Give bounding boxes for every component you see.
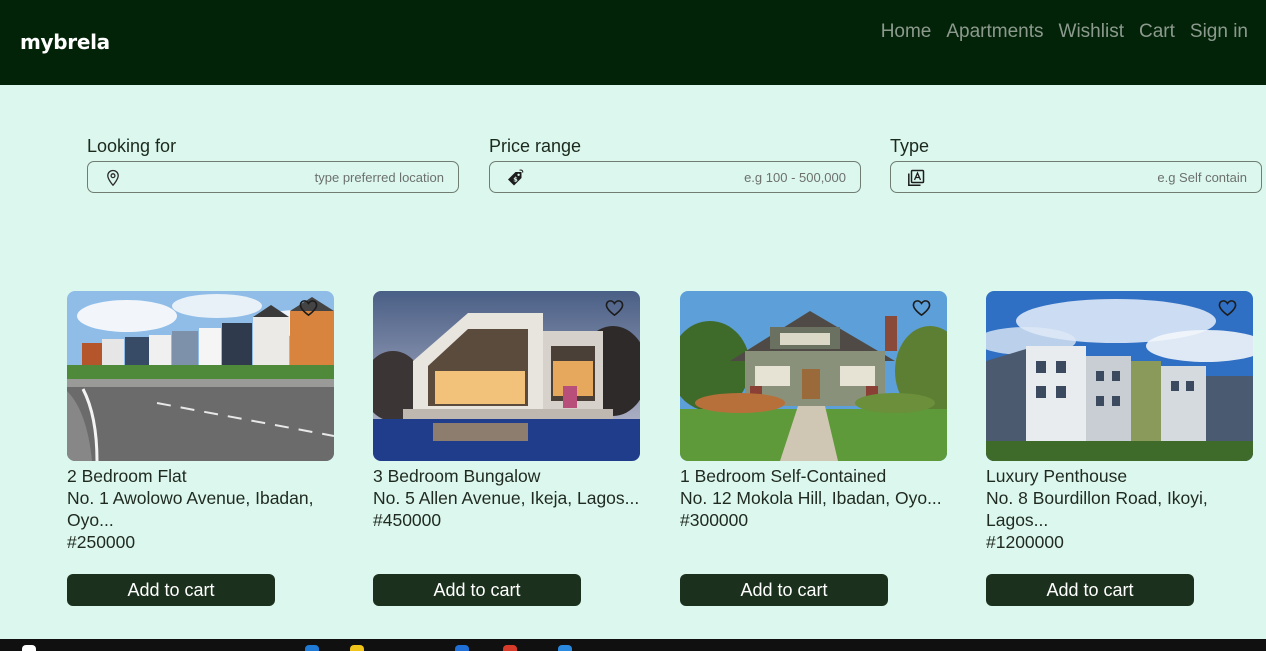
wishlist-heart-icon[interactable] [299, 299, 318, 317]
os-taskbar [0, 639, 1266, 651]
listing-image[interactable] [67, 291, 334, 461]
location-field[interactable] [87, 161, 459, 193]
type-filter: Type [890, 136, 1262, 193]
nav-link-wishlist[interactable]: Wishlist [1059, 21, 1124, 43]
listing-card: 1 Bedroom Self-Contained No. 12 Mokola H… [680, 291, 947, 606]
listing-image[interactable] [986, 291, 1253, 461]
listing-price: #450000 [373, 510, 442, 530]
listing-price: #250000 [67, 532, 136, 552]
listing-title: 2 Bedroom Flat [67, 466, 187, 486]
price-filter: Price range $ [489, 136, 861, 193]
listing-photo [67, 291, 334, 461]
listing-photo [986, 291, 1253, 461]
listing-image[interactable] [373, 291, 640, 461]
price-tag-icon: $ [508, 169, 524, 186]
nav-links: Home Apartments Wishlist Cart Sign in [881, 21, 1248, 43]
nav-link-sign-in[interactable]: Sign in [1190, 21, 1248, 43]
nav-link-home[interactable]: Home [881, 21, 932, 43]
add-to-cart-button[interactable]: Add to cart [67, 574, 275, 606]
brand-logo[interactable]: mybrela [20, 30, 110, 54]
listing-address: No. 5 Allen Avenue, Ikeja, Lagos... [373, 488, 640, 508]
taskbar-app-icon[interactable] [305, 645, 319, 651]
add-to-cart-button[interactable]: Add to cart [986, 574, 1194, 606]
wishlist-heart-icon[interactable] [1218, 299, 1237, 317]
price-input[interactable] [586, 168, 846, 186]
listing-address: No. 1 Awolowo Avenue, Ibadan, Oyo... [67, 488, 314, 530]
taskbar-app-icon[interactable] [455, 645, 469, 651]
nav-link-cart[interactable]: Cart [1139, 21, 1175, 43]
taskbar-app-icon[interactable] [350, 645, 364, 651]
listing-card: 2 Bedroom Flat No. 1 Awolowo Avenue, Iba… [67, 291, 334, 606]
type-input[interactable] [987, 168, 1247, 186]
listings-grid: 2 Bedroom Flat No. 1 Awolowo Avenue, Iba… [67, 291, 1257, 611]
navbar: mybrela Home Apartments Wishlist Cart Si… [0, 0, 1266, 85]
listing-title: 1 Bedroom Self-Contained [680, 466, 887, 486]
listing-address: No. 12 Mokola Hill, Ibadan, Oyo... [680, 488, 942, 508]
price-field[interactable]: $ [489, 161, 861, 193]
listing-address: No. 8 Bourdillon Road, Ikoyi, Lagos... [986, 488, 1208, 530]
add-to-cart-button[interactable]: Add to cart [680, 574, 888, 606]
start-icon[interactable] [22, 645, 36, 651]
listing-price: #300000 [680, 510, 749, 530]
listing-photo [680, 291, 947, 461]
type-field[interactable] [890, 161, 1262, 193]
listing-title: 3 Bedroom Bungalow [373, 466, 541, 486]
svg-text:$: $ [513, 176, 518, 184]
price-label: Price range [489, 136, 582, 156]
search-filters: Looking for Price range $ Type [87, 136, 1263, 196]
listing-photo [373, 291, 640, 461]
location-filter: Looking for [87, 136, 459, 193]
nav-link-apartments[interactable]: Apartments [946, 21, 1043, 43]
location-pin-icon [107, 169, 119, 187]
listing-card: Luxury Penthouse No. 8 Bourdillon Road, … [986, 291, 1253, 606]
gallery-icon [908, 169, 925, 186]
wishlist-heart-icon[interactable] [912, 299, 931, 317]
listing-image[interactable] [680, 291, 947, 461]
location-label: Looking for [87, 136, 177, 156]
location-input[interactable] [184, 168, 444, 186]
wishlist-heart-icon[interactable] [605, 299, 624, 317]
taskbar-app-icon[interactable] [558, 645, 572, 651]
type-label: Type [890, 136, 930, 156]
listing-card: 3 Bedroom Bungalow No. 5 Allen Avenue, I… [373, 291, 640, 606]
add-to-cart-button[interactable]: Add to cart [373, 574, 581, 606]
taskbar-app-icon[interactable] [503, 645, 517, 651]
listing-price: #1200000 [986, 532, 1064, 552]
listing-title: Luxury Penthouse [986, 466, 1128, 486]
